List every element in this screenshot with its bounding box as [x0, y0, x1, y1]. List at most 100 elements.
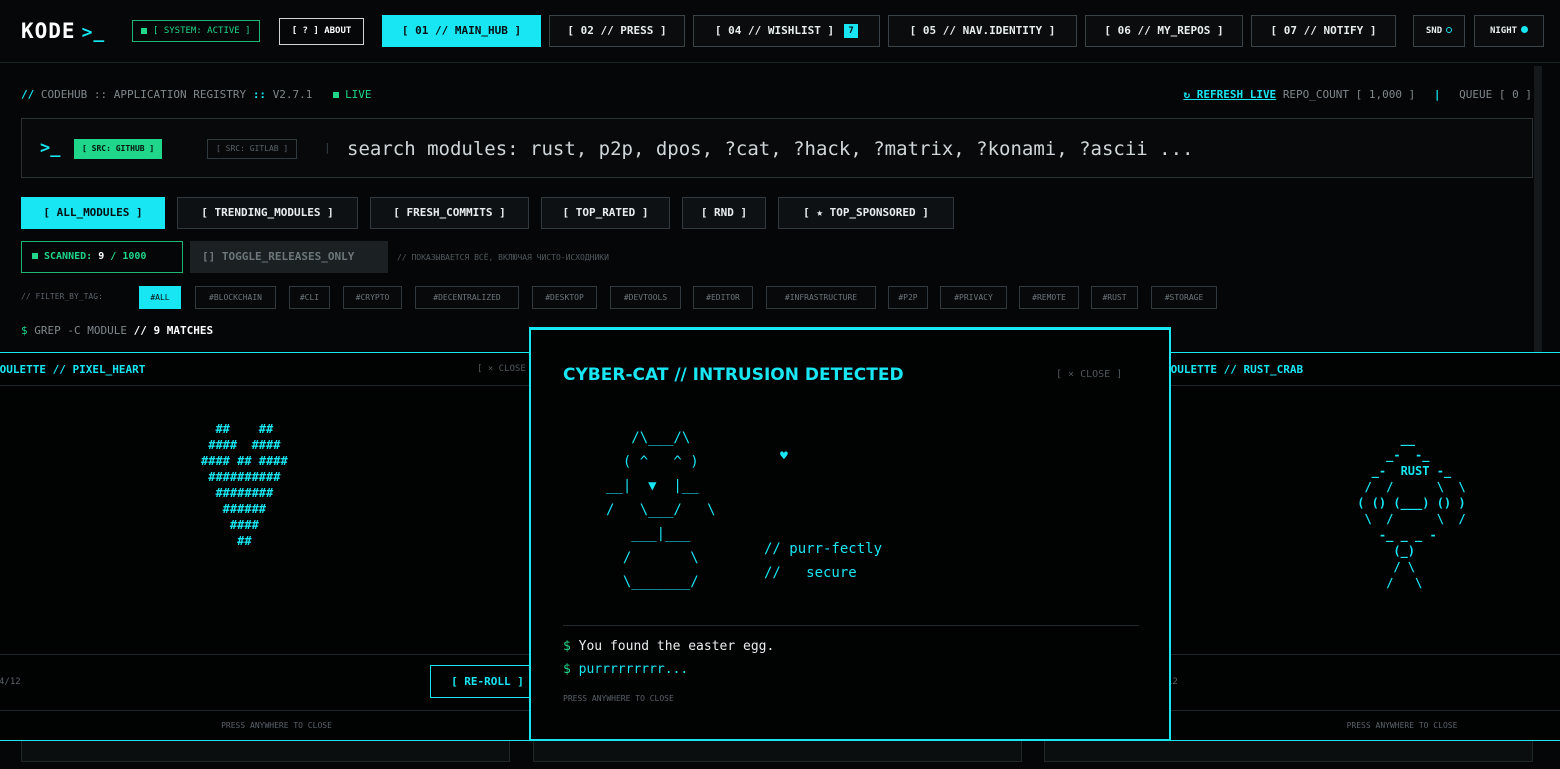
terminal-line-1: $ You found the easter egg. [563, 639, 774, 654]
tab-press[interactable]: [ 02 // PRESS ] [549, 15, 685, 47]
reroll-button[interactable]: [ RE-ROLL ] [430, 665, 545, 698]
heart-icon: ♥ [780, 449, 788, 464]
modal-header: ROULETTE // PIXEL_HEART [ × CLOSE ] [0, 353, 560, 386]
tag-decentralized[interactable]: #DECENTRALIZED [415, 286, 519, 309]
status-square-icon [141, 27, 147, 34]
grep-dollar: $ [21, 324, 28, 337]
tag-all[interactable]: #ALL [139, 286, 181, 309]
sound-toggle[interactable]: SND [1413, 15, 1465, 47]
terminal-text: purrrrrrrrr... [578, 662, 689, 677]
logo[interactable]: KODE >_ [21, 19, 105, 43]
tag-rust[interactable]: #RUST [1091, 286, 1138, 309]
scan-square-icon [32, 253, 38, 259]
rust-crab-ascii: __ _- -_ _- RUST -_ / / \ \ ( () (___) (… [1357, 432, 1466, 590]
registry-version: V2.7.1 [272, 88, 313, 101]
tag-infrastructure[interactable]: #INFRASTRUCTURE [766, 286, 876, 309]
grep-command: GREP -C MODULE [34, 324, 127, 337]
scan-slash: / [110, 251, 117, 262]
terminal-dollar: $ [563, 639, 571, 654]
filter-fresh-commits[interactable]: [ FRESH_COMMITS ] [370, 197, 529, 229]
filter-top-rated[interactable]: [ TOP_RATED ] [541, 197, 670, 229]
cyber-cat-modal: CYBER-CAT // INTRUSION DETECTED [ × CLOS… [529, 327, 1171, 741]
close-button[interactable]: [ × CLOSE ] [1056, 369, 1122, 380]
stats-divider: | [1433, 88, 1441, 101]
toggle-note: // ПОКАЗЫВАЕТСЯ ВСЁ, ВКЛЮЧАЯ ЧИСТО-ИСХОД… [397, 253, 609, 262]
refresh-live-link[interactable]: ↻ REFRESH LIVE [1183, 88, 1276, 101]
tag-editor[interactable]: #EDITOR [693, 286, 753, 309]
module-card-edge [1044, 740, 1533, 762]
toggle-releases-only[interactable]: [] TOGGLE_RELEASES_ONLY [190, 241, 388, 273]
scan-total: 1000 [122, 251, 147, 262]
terminal-line-2: $ purrrrrrrrr... [563, 662, 688, 677]
sound-label: SND [1425, 26, 1443, 36]
scanned-counter: SCANNED: 9 / 1000 [21, 241, 183, 273]
filter-rnd[interactable]: [ RND ] [682, 197, 766, 229]
live-square-icon [333, 92, 340, 98]
tab-notify[interactable]: [ 07 // NOTIFY ] [1251, 15, 1396, 47]
terminal-prompt-icon: >_ [40, 138, 61, 158]
scan-prefix: SCANNED: [44, 251, 93, 262]
tag-storage[interactable]: #STORAGE [1151, 286, 1217, 309]
registry-name: CODEHUB :: APPLICATION REGISTRY [40, 88, 247, 101]
registry-sep: :: [252, 88, 267, 101]
module-card-edge [533, 740, 1022, 762]
night-on-icon [1521, 26, 1529, 33]
filter-all-modules[interactable]: [ ALL_MODULES ] [21, 197, 165, 229]
tag-p2p[interactable]: #P2P [888, 286, 928, 309]
tab-wishlist-label: [ 04 // WISHLIST ] [714, 24, 835, 37]
modal-title: ROULETTE // PIXEL_HEART [0, 363, 146, 376]
sound-off-icon [1446, 27, 1453, 33]
cyber-cat-ascii: /\___/\ ( ^ ^ ) __| ▼ |__ / \___/ \ ___|… [606, 430, 716, 590]
registry-stats: ↻ REFRESH LIVE REPO_COUNT [ 1,000 ] | QU… [1183, 88, 1532, 101]
filter-top-sponsored[interactable]: [ ★ TOP_SPONSORED ] [778, 197, 954, 229]
scrollbar[interactable] [1534, 66, 1542, 356]
search-separator: | [324, 141, 331, 154]
about-button[interactable]: [ ? ] ABOUT [279, 18, 364, 45]
tag-privacy[interactable]: #PRIVACY [940, 286, 1007, 309]
tag-crypto[interactable]: #CRYPTO [343, 286, 402, 309]
modal-footer-divider [0, 654, 560, 655]
source-gitlab-toggle[interactable]: [ SRC: GITLAB ] [207, 139, 298, 159]
night-toggle[interactable]: NIGHT [1474, 15, 1544, 47]
live-indicator: LIVE [319, 88, 372, 101]
cyber-cat-title: CYBER-CAT // INTRUSION DETECTED [563, 365, 904, 385]
source-github-toggle[interactable]: [ SRC: GITHUB ] [74, 139, 163, 159]
match-count: // 9 MATCHES [133, 324, 214, 337]
tab-my-repos[interactable]: [ 06 // MY_REPOS ] [1085, 15, 1243, 47]
wishlist-count-badge: 7 [844, 24, 859, 38]
tab-nav-identity[interactable]: [ 05 // NAV.IDENTITY ] [888, 15, 1077, 47]
filter-trending-modules[interactable]: [ TRENDING_MODULES ] [177, 197, 358, 229]
filter-by-tag-label: // FILTER_BY_TAG: [21, 292, 103, 301]
cat-caption-line2: // secure [764, 565, 857, 581]
cat-divider [563, 625, 1139, 626]
modal-title: ROULETTE // RUST_CRAB [1164, 363, 1304, 376]
repo-count: REPO_COUNT [ 1,000 ] [1282, 88, 1416, 101]
scan-count: 9 [98, 251, 105, 262]
queue-count: QUEUE [ 0 ] [1459, 88, 1532, 101]
tag-desktop[interactable]: #DESKTOP [532, 286, 597, 309]
close-button[interactable]: [ × CLOSE ] [477, 364, 537, 374]
system-status-label: [ SYSTEM: ACTIVE ] [153, 26, 251, 36]
tab-main-hub[interactable]: [ 01 // MAIN_HUB ] [382, 15, 541, 47]
modal-hint-divider [0, 710, 560, 711]
module-card-edge [21, 740, 510, 762]
press-anywhere-hint: PRESS ANYWHERE TO CLOSE [1346, 721, 1458, 730]
tag-blockchain[interactable]: #BLOCKCHAIN [195, 286, 276, 309]
terminal-text: You found the easter egg. [578, 639, 775, 654]
tag-devtools[interactable]: #DEVTOOLS [610, 286, 681, 309]
cat-caption-line1: // purr-fectly [764, 541, 883, 557]
tab-wishlist[interactable]: [ 04 // WISHLIST ] 7 [693, 15, 880, 47]
search-bar: >_ [ SRC: GITHUB ] [ SRC: GITLAB ] | [21, 118, 1533, 178]
press-anywhere-hint: PRESS ANYWHERE TO CLOSE [221, 721, 332, 730]
pixel-heart-ascii: ## ## #### #### #### ## #### ########## … [201, 422, 288, 548]
system-status-badge: [ SYSTEM: ACTIVE ] [132, 20, 260, 42]
logo-text: KODE [21, 19, 76, 43]
registry-header: // CODEHUB :: APPLICATION REGISTRY :: V2… [21, 88, 372, 101]
tag-cli[interactable]: #CLI [289, 286, 330, 309]
grep-result-line: $ GREP -C MODULE // 9 MATCHES [21, 324, 213, 337]
prompt-icon: >_ [81, 22, 106, 43]
comment-slash: // [21, 88, 35, 101]
roulette-counter: 4/12 [0, 677, 21, 687]
search-input[interactable] [347, 134, 1497, 164]
tag-remote[interactable]: #REMOTE [1019, 286, 1079, 309]
